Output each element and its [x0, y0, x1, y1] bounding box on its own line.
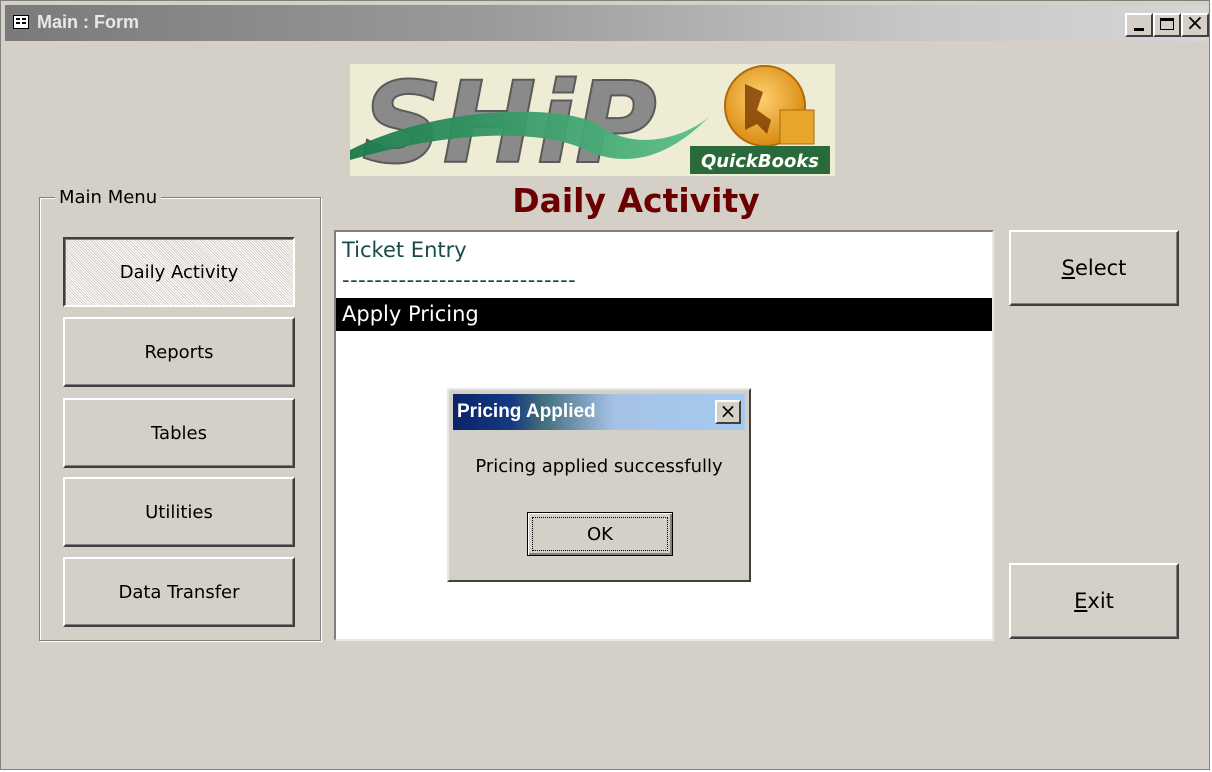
exit-mnemonic: E — [1074, 589, 1088, 613]
pricing-applied-dialog: Pricing Applied × Pricing applied succes… — [447, 388, 751, 582]
logo-graphic: SHiP QuickBooks — [350, 64, 830, 176]
ship-quickbooks-logo: SHiP QuickBooks — [350, 64, 835, 176]
dialog-titlebar[interactable]: Pricing Applied × — [453, 394, 745, 430]
utilities-button[interactable]: Utilities — [63, 477, 295, 547]
main-menu-label: Main Menu — [55, 187, 162, 208]
minimize-button[interactable] — [1125, 13, 1153, 37]
window-title: Main : Form — [37, 12, 139, 32]
select-label-rest: elect — [1074, 256, 1127, 280]
list-item-ticket-entry[interactable]: Ticket Entry — [336, 234, 992, 267]
data-transfer-button[interactable]: Data Transfer — [63, 557, 295, 627]
list-item-separator[interactable]: ----------------------------- — [336, 264, 992, 297]
daily-activity-button[interactable]: Daily Activity — [63, 237, 295, 307]
exit-button[interactable]: Exit — [1009, 563, 1179, 639]
list-item-apply-pricing[interactable]: Apply Pricing — [336, 298, 992, 331]
exit-label-rest: xit — [1087, 589, 1114, 613]
reports-button[interactable]: Reports — [63, 317, 295, 387]
quickbooks-badge: QuickBooks — [701, 151, 819, 172]
maximize-icon — [1160, 18, 1174, 30]
minimize-icon — [1134, 28, 1144, 31]
ok-button[interactable]: OK — [527, 512, 673, 556]
maximize-button[interactable] — [1153, 13, 1181, 37]
close-icon: × — [719, 399, 737, 423]
close-window-button[interactable]: × — [1181, 11, 1209, 37]
dialog-close-button[interactable]: × — [715, 399, 741, 424]
page-title: Daily Activity — [512, 181, 760, 220]
form-icon — [13, 15, 29, 29]
close-icon: × — [1185, 11, 1205, 36]
select-button[interactable]: Select — [1009, 230, 1179, 306]
dialog-message: Pricing applied successfully — [475, 456, 723, 477]
tables-button[interactable]: Tables — [63, 398, 295, 468]
dialog-title: Pricing Applied — [457, 401, 596, 422]
window-titlebar[interactable]: Main : Form × — [5, 5, 1209, 41]
access-main-form-window: Main : Form × SHiP QuickBooks Daily Acti… — [0, 0, 1210, 770]
select-mnemonic: S — [1061, 256, 1075, 280]
